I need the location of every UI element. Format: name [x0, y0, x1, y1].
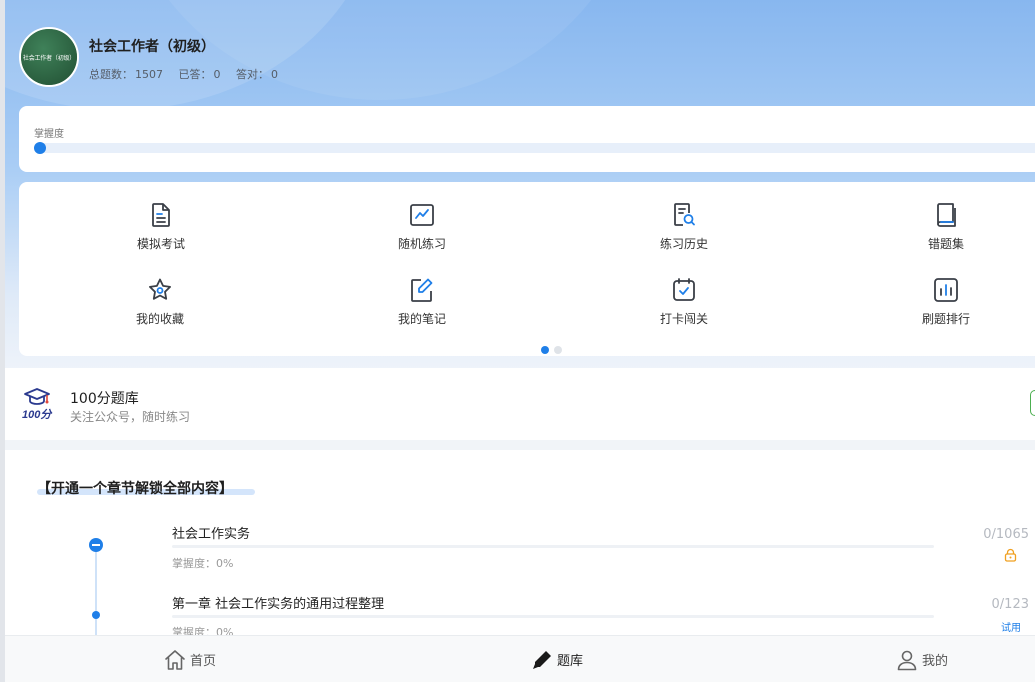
collapse-icon[interactable] — [89, 538, 103, 552]
trial-badge[interactable]: 试用 — [1001, 619, 1021, 634]
total-label: 总题数： — [89, 68, 133, 81]
document-icon — [152, 203, 170, 227]
grid-item-favorites[interactable]: 我的收藏 — [110, 277, 210, 337]
bar-chart-icon — [934, 278, 958, 302]
answered-value: 0 — [213, 68, 221, 81]
banner-subtitle: 关注公众号，随时练习 — [70, 410, 191, 424]
chapter-count: 0/123 — [991, 597, 1029, 612]
avatar[interactable]: 社会工作者（初级） — [19, 27, 79, 87]
grid-item-notes[interactable]: 我的笔记 — [372, 277, 472, 337]
timeline-line — [95, 545, 97, 641]
tab-label: 我的 — [922, 654, 949, 669]
trend-chart-icon — [410, 204, 434, 226]
unlock-heading: 【开通一个章节解锁全部内容】 — [37, 481, 233, 497]
tab-mine[interactable]: 我的 — [896, 636, 948, 682]
account-banner[interactable]: 100分 100分题库 关注公众号，随时练习 — [5, 368, 1035, 440]
tab-label: 首页 — [190, 654, 217, 669]
history-search-icon — [674, 203, 695, 226]
banner-logo-text: 100分 — [22, 408, 53, 421]
mastery-card: 掌握度 — [19, 106, 1035, 172]
mastery-progress-track — [34, 143, 1035, 153]
avatar-text: 社会工作者（初级） — [22, 54, 76, 62]
chapter-title[interactable]: 第一章 社会工作实务的通用过程整理 — [172, 593, 384, 612]
grid-item-ranking[interactable]: 刷题排行 — [896, 277, 996, 337]
follow-button[interactable] — [1030, 390, 1035, 416]
banner-logo: 100分 — [22, 386, 56, 426]
grid-item-label: 我的收藏 — [135, 312, 184, 326]
mastery-label: 掌握度 — [34, 129, 64, 140]
page-indicator — [541, 339, 567, 358]
grid-item-label: 练习历史 — [659, 237, 708, 251]
chapter-list: 【开通一个章节解锁全部内容】 社会工作实务 掌握度：0% 0/1065 第一章 … — [19, 451, 1035, 641]
bottom-tab-bar: 首页 题库 我的 — [5, 635, 1035, 682]
grid-item-practice-history[interactable]: 练习历史 — [634, 202, 734, 262]
mastery-progress-knob — [34, 142, 46, 154]
graduation-cap-icon: 100分 — [22, 388, 53, 421]
grid-item-label: 随机练习 — [397, 237, 446, 251]
correct-label: 答对： — [236, 68, 269, 81]
tab-question-bank[interactable]: 题库 — [531, 636, 583, 682]
grid-item-label: 打卡闯关 — [659, 312, 708, 326]
tab-home[interactable]: 首页 — [164, 636, 216, 682]
grid-item-label: 模拟考试 — [136, 237, 185, 251]
edit-note-icon — [411, 278, 433, 302]
grid-item-wrong-questions[interactable]: 错题集 — [896, 202, 996, 262]
chapter-mastery: 掌握度：0% — [172, 557, 234, 570]
window-frame-edge — [0, 0, 5, 682]
chapter-title[interactable]: 社会工作实务 — [172, 523, 250, 542]
chapter-progress-bar — [172, 615, 934, 618]
exam-title: 社会工作者（初级） — [89, 39, 215, 55]
grid-item-random-practice[interactable]: 随机练习 — [372, 202, 472, 262]
correct-value: 0 — [271, 68, 278, 81]
timeline-dot — [92, 611, 100, 619]
grid-item-label: 错题集 — [927, 237, 964, 251]
book-icon — [937, 203, 956, 227]
grid-item-checkin[interactable]: 打卡闯关 — [634, 277, 734, 337]
calendar-check-icon — [673, 278, 695, 301]
lock-icon[interactable] — [1004, 547, 1017, 566]
home-icon — [165, 649, 185, 670]
tab-label: 题库 — [557, 654, 584, 669]
grid-item-label: 刷题排行 — [921, 312, 970, 326]
question-stats: 总题数： 1507 已答： 0 答对： 0 — [89, 66, 280, 82]
banner-title: 100分题库 — [70, 391, 139, 407]
user-icon — [897, 650, 917, 670]
section-separator — [5, 440, 1035, 450]
function-grid: 模拟考试 随机练习 练习历史 错题集 我的收藏 我的笔记 打卡闯关 刷题排行 — [19, 182, 1035, 356]
pencil-icon — [533, 650, 551, 669]
page-dot-active[interactable] — [541, 346, 549, 354]
answered-label: 已答： — [178, 68, 212, 81]
grid-item-mock-exam[interactable]: 模拟考试 — [111, 202, 211, 262]
grid-item-label: 我的笔记 — [397, 312, 446, 326]
chapter-progress-bar — [172, 545, 934, 548]
total-value: 1507 — [135, 68, 163, 81]
star-icon — [149, 278, 171, 300]
page-dot[interactable] — [554, 346, 562, 354]
chapter-count: 0/1065 — [983, 527, 1029, 542]
avatar-image: 社会工作者（初级） — [21, 29, 77, 85]
